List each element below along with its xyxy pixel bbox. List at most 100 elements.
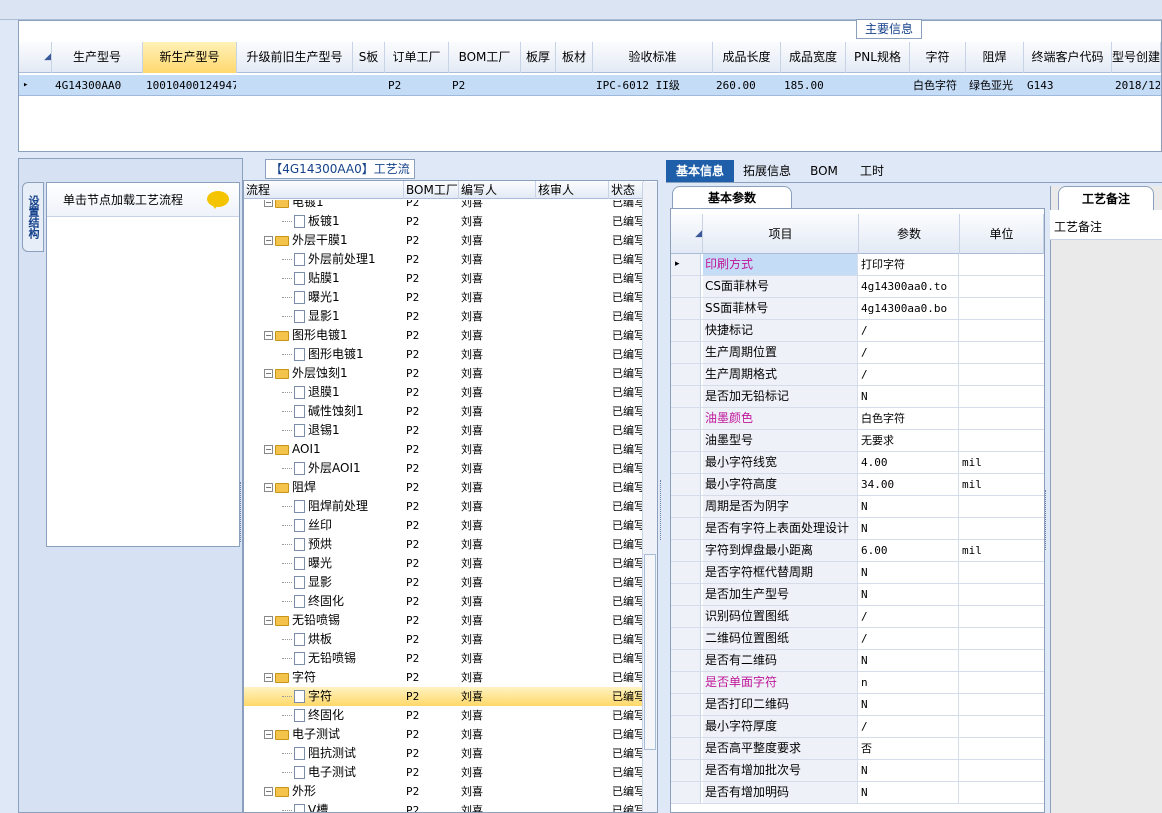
tree-node[interactable]: 预烘 [282,535,394,554]
param-value[interactable]: 34.00 [859,474,959,495]
tree-node[interactable]: 曝光 [282,554,394,573]
tree-node[interactable]: 外层AOI1 [282,459,394,478]
grid-cell[interactable]: 260.00 [716,75,780,96]
tree-row[interactable]: 烘板 P2 刘喜 已编写 [244,630,644,649]
grid-cell[interactable]: 2018/12/7 [1115,75,1160,96]
tab-bom[interactable]: BOM [804,160,844,182]
grid-col-header[interactable]: BOM工厂 [449,42,521,73]
grid-col-header[interactable]: 型号创建 [1112,42,1161,73]
param-row[interactable]: 快捷标记 / [671,320,1044,342]
grid-col-header[interactable]: 板材 [556,42,593,73]
grid-col-header[interactable]: 订单工厂 [385,42,449,73]
tree-node[interactable]: − 字符 [264,668,394,687]
grid-cell[interactable]: P2 [452,75,520,96]
param-value[interactable]: n [859,672,959,693]
grid-col-header[interactable]: S板 [353,42,385,73]
tree-row[interactable]: 图形电镀1 P2 刘喜 已编写 [244,345,644,364]
param-col-header[interactable]: 项目 [703,214,859,254]
tree-node[interactable]: 电子测试 [282,763,394,782]
param-value[interactable]: / [859,364,959,385]
collapse-icon[interactable]: − [264,616,273,625]
grid-cell[interactable] [356,75,384,96]
param-row[interactable]: 油墨颜色 白色字符 [671,408,1044,430]
tree-row[interactable]: 阻焊前处理 P2 刘喜 已编写 [244,497,644,516]
tree-node[interactable]: 终固化 [282,706,394,725]
tree-row[interactable]: 外层前处理1 P2 刘喜 已编写 [244,250,644,269]
scrollbar-thumb[interactable] [644,554,656,750]
param-value[interactable]: 打印字符 [859,254,959,275]
tree-row[interactable]: 电子测试 P2 刘喜 已编写 [244,763,644,782]
tree-row[interactable]: − 外形 P2 刘喜 已编写 [244,782,644,801]
tree-col-header[interactable]: BOM工厂 [404,181,459,199]
param-value[interactable]: N [859,518,959,539]
tree-node[interactable]: 曝光1 [282,288,394,307]
tree-node[interactable]: 丝印 [282,516,394,535]
tree-row[interactable]: 阻抗测试 P2 刘喜 已编写 [244,744,644,763]
param-value[interactable]: N [859,562,959,583]
tree-col-header[interactable]: 流程 [244,181,404,199]
tree-row[interactable]: 无铅喷锡 P2 刘喜 已编写 [244,649,644,668]
grid-col-header[interactable]: 字符 [910,42,966,73]
param-row[interactable]: SS面菲林号 4g14300aa0.bo [671,298,1044,320]
grid-cell[interactable]: P2 [388,75,448,96]
tree-col-header[interactable]: 状态 [609,181,644,199]
tree-row[interactable]: 曝光 P2 刘喜 已编写 [244,554,644,573]
collapse-icon[interactable]: − [264,673,273,682]
param-value[interactable]: N [859,386,959,407]
tree-node[interactable]: − 电镀1 [264,200,394,212]
param-value[interactable]: / [859,628,959,649]
tree-row[interactable]: − 电子测试 P2 刘喜 已编写 [244,725,644,744]
param-value[interactable]: 4g14300aa0.bo [859,298,959,319]
param-row[interactable]: CS面菲林号 4g14300aa0.to [671,276,1044,298]
grid-col-header[interactable]: 新生产型号 [143,42,237,73]
param-row[interactable]: 二维码位置图纸 / [671,628,1044,650]
tree-row[interactable]: 预烘 P2 刘喜 已编写 [244,535,644,554]
tree-node[interactable]: 板镀1 [282,212,394,231]
tree-row[interactable]: − 外层干膜1 P2 刘喜 已编写 [244,231,644,250]
tree-node[interactable]: 显影1 [282,307,394,326]
tree-row[interactable]: − 外层蚀刻1 P2 刘喜 已编写 [244,364,644,383]
param-value[interactable]: / [859,320,959,341]
tree-row[interactable]: − 阻焊 P2 刘喜 已编写 [244,478,644,497]
tree-node[interactable]: − AOI1 [264,440,394,459]
tab-basic-params[interactable]: 基本参数 [672,186,792,208]
tree-row[interactable]: − AOI1 P2 刘喜 已编写 [244,440,644,459]
tree-node[interactable]: 贴膜1 [282,269,394,288]
tree-col-header[interactable]: 编写人 [459,181,536,199]
grid-cell[interactable]: 4G14300AA0 [55,75,142,96]
param-value[interactable]: / [859,606,959,627]
param-value[interactable]: 无要求 [859,430,959,451]
grid-col-header[interactable]: 终端客户代码 [1024,42,1112,73]
param-row[interactable]: 最小字符高度 34.00 mil [671,474,1044,496]
param-value[interactable]: 4.00 [859,452,959,473]
tab-work-hours[interactable]: 工时 [850,160,894,182]
param-row[interactable]: 油墨型号 无要求 [671,430,1044,452]
param-value[interactable]: N [859,782,959,803]
param-value[interactable]: N [859,584,959,605]
collapse-icon[interactable]: − [264,200,273,207]
tree-row[interactable]: V槽 P2 刘喜 已编写 [244,801,644,812]
tree-row[interactable]: 显影 P2 刘喜 已编写 [244,573,644,592]
tree-node[interactable]: V槽 [282,801,394,812]
tree-row[interactable]: − 字符 P2 刘喜 已编写 [244,668,644,687]
tree-row[interactable]: 终固化 P2 刘喜 已编写 [244,592,644,611]
grid-col-header[interactable]: 验收标准 [593,42,713,73]
param-row[interactable]: 是否有增加明码 N [671,782,1044,804]
collapse-icon[interactable]: − [264,730,273,739]
param-value[interactable]: / [859,716,959,737]
tree-row[interactable]: − 无铅喷锡 P2 刘喜 已编写 [244,611,644,630]
tab-basic-info[interactable]: 基本信息 [666,160,734,182]
tree-node[interactable]: − 阻焊 [264,478,394,497]
tree-node[interactable]: 烘板 [282,630,394,649]
tree-row[interactable]: 丝印 P2 刘喜 已编写 [244,516,644,535]
param-row[interactable]: 是否高平整度要求否 [671,738,1044,760]
param-value[interactable]: N [859,760,959,781]
param-value[interactable]: N [859,496,959,517]
tree-row[interactable]: 外层AOI1 P2 刘喜 已编写 [244,459,644,478]
process-tree-scrollbar[interactable] [642,182,657,812]
collapse-icon[interactable]: − [264,483,273,492]
collapse-icon[interactable]: − [264,236,273,245]
param-row[interactable]: 最小字符厚度 / [671,716,1044,738]
grid-cell[interactable]: 白色字符 [913,75,965,96]
param-value[interactable]: / [859,342,959,363]
